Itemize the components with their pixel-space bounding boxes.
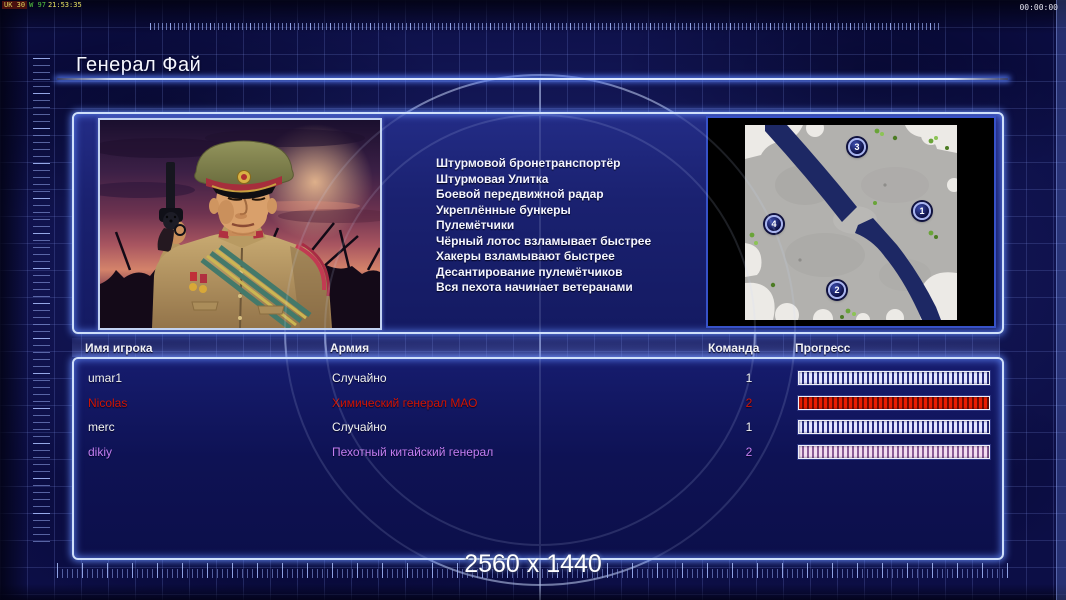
start-position-marker: 1 [913,201,931,220]
top-ruler [150,23,940,30]
ability-item: Боевой передвижной радар [436,187,604,201]
ability-item: Укреплённые бункеры [436,202,571,217]
player-row: Nicolas Химический генерал МАО 2 [74,394,1002,419]
abilities-list: Штурмовой бронетранспортёр Штурмовая Ули… [436,156,701,296]
start-position-marker: 4 [765,214,783,233]
player-army: Случайно [332,371,387,385]
players-panel: umar1 Случайно 1 Nicolas Химический гене… [72,357,1004,560]
player-progress-bar [798,445,990,459]
portrait-art [100,120,380,328]
column-header-progress: Прогресс [795,341,851,355]
player-name: merc [88,420,115,434]
recording-overlay: UK 30 W 97 21:53:35 [2,1,82,9]
player-team: 2 [745,396,753,410]
player-name: Nicolas [88,396,128,410]
loading-screen: UK 30W 9721:53:35 00:00:00 Генерал Фай [0,0,1066,600]
player-team: 2 [745,445,753,459]
player-row: merc Случайно 1 [74,418,1002,443]
player-progress-bar [798,371,990,385]
general-info-panel: Штурмовой бронетранспортёр Штурмовая Ули… [72,112,1004,334]
start-position-marker: 3 [848,137,866,156]
player-name: dikiy [88,445,113,459]
player-row: umar1 Случайно 1 [74,369,1002,394]
player-team: 1 [745,371,753,385]
ability-item: Десантирование пулемётчиков [436,264,623,279]
players-table-header: Имя игрока Армия Команда Прогресс [72,338,1000,357]
player-progress-bar [798,396,990,410]
resolution-label: 2560 x 1440 [464,550,602,578]
general-portrait [98,118,382,330]
recorder-clock: 21:53:35 [47,1,82,9]
player-army: Случайно [332,420,387,434]
left-shade [0,0,30,600]
ability-item: Штурмовой бронетранспортёр [436,156,621,170]
recorder-stat: W 97 [29,1,46,9]
general-title: Генерал Фай [76,54,202,76]
title-divider [57,78,1008,80]
column-header-team: Команда [708,341,760,355]
ability-item: Хакеры взламывают быстрее [436,249,615,263]
column-header-army: Армия [330,341,370,355]
start-position-marker: 2 [828,280,846,299]
player-name: umar1 [88,371,123,385]
right-bezel [1056,0,1066,600]
recorder-fps: UK 30 [2,1,28,9]
player-team: 1 [745,420,753,434]
player-army: Химический генерал МАО [332,396,478,410]
column-header-name: Имя игрока [85,341,153,355]
ability-item: Пулемётчики [436,218,515,232]
match-timer: 00:00:00 [1019,3,1058,12]
ability-item: Штурмовая Улитка [436,171,549,186]
player-row: dikiy Пехотный китайский генерал 2 [74,443,1002,468]
ability-item: Вся пехота начинает ветеранами [436,280,633,294]
minimap-container: 3 1 4 2 [706,116,996,329]
minimap: 3 1 4 2 [745,118,961,329]
left-ruler [33,58,50,546]
player-army: Пехотный китайский генерал [332,445,494,459]
ability-item: Чёрный лотос взламывает быстрее [436,233,652,248]
player-progress-bar [798,420,990,434]
bottom-shade [0,584,1066,600]
